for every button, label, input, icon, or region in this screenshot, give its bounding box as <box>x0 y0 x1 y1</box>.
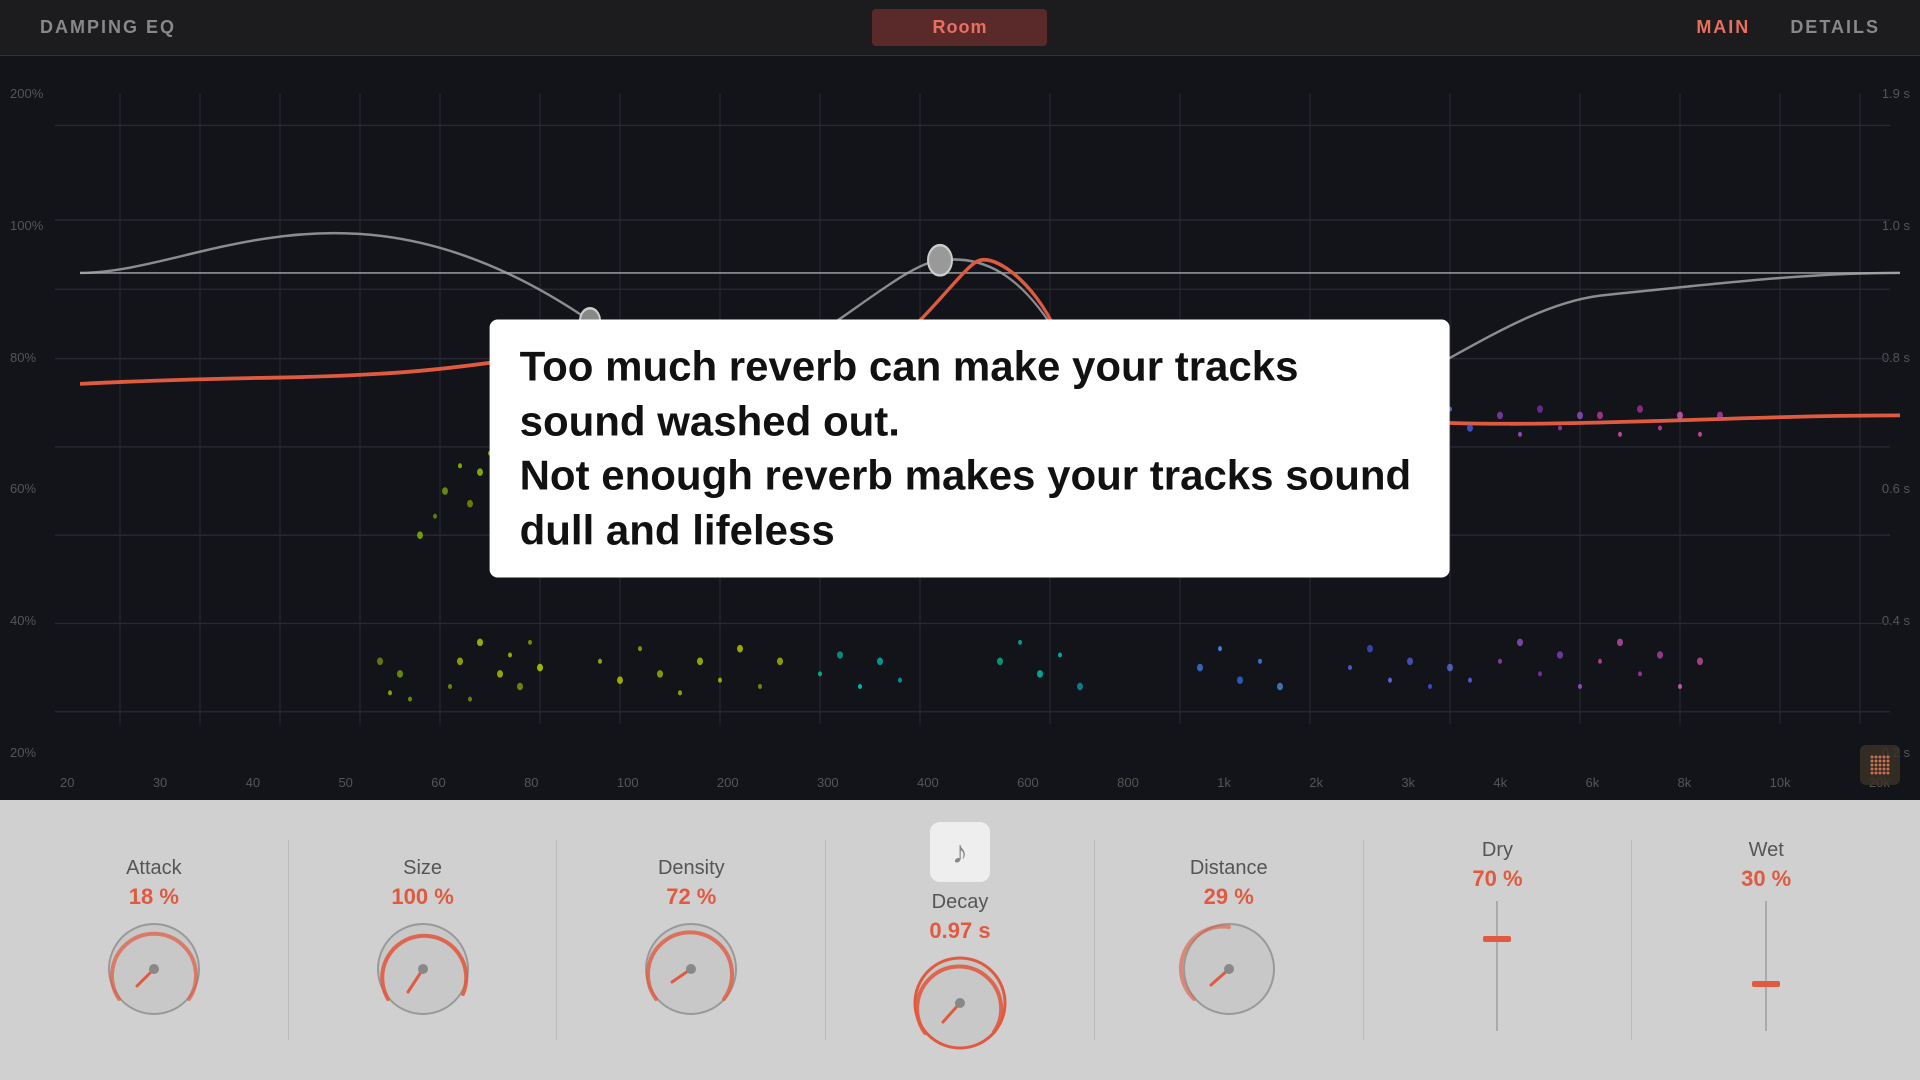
distance-knob[interactable] <box>1174 914 1284 1024</box>
distance-value: 29 % <box>1204 884 1254 910</box>
density-control: Density 72 % <box>557 857 825 1024</box>
attack-label: Attack <box>126 857 182 880</box>
dry-label: Dry <box>1482 839 1513 862</box>
wet-control: Wet 30 % <box>1632 839 1900 1041</box>
dry-fader[interactable] <box>1482 901 1512 1041</box>
attack-value: 18 % <box>129 884 179 910</box>
wet-label: Wet <box>1749 839 1784 862</box>
distance-control: Distance 29 % <box>1095 857 1363 1024</box>
tooltip-line2: Not enough reverb makes your tracks soun… <box>520 449 1420 558</box>
size-value: 100 % <box>391 884 453 910</box>
eq-display: 200% 100% 80% 60% 40% 20% 1.9 s 1.0 s 0.… <box>0 56 1920 800</box>
music-note-icon: ♪ <box>952 834 968 871</box>
wet-fader-handle[interactable] <box>1752 981 1780 987</box>
room-button[interactable]: Room <box>872 9 1047 46</box>
decay-value: 0.97 s <box>929 918 990 944</box>
tooltip-box: Too much reverb can make your tracks sou… <box>490 319 1450 577</box>
app-container: DAMPING EQ Room MAIN DETAILS 200% 100% 8… <box>0 0 1920 1080</box>
x-labels: 20 30 40 50 60 80 100 200 300 400 600 80… <box>60 775 1890 790</box>
header: DAMPING EQ Room MAIN DETAILS <box>0 0 1920 56</box>
main-nav-item[interactable]: MAIN <box>1696 17 1750 38</box>
attack-control: Attack 18 % <box>20 857 288 1024</box>
decay-label: Decay <box>932 891 989 914</box>
distance-label: Distance <box>1190 857 1268 880</box>
density-value: 72 % <box>666 884 716 910</box>
controls-bar: Attack 18 % Size 100 % <box>0 800 1920 1080</box>
decay-control: ♪ Decay 0.97 s <box>826 822 1094 1058</box>
density-label: Density <box>658 857 725 880</box>
size-control: Size 100 % <box>289 857 557 1024</box>
particle-button[interactable] <box>1860 745 1900 785</box>
size-knob[interactable] <box>368 914 478 1024</box>
dry-value: 70 % <box>1472 866 1522 892</box>
attack-knob[interactable] <box>99 914 209 1024</box>
dry-fader-handle[interactable] <box>1483 936 1511 942</box>
header-nav: MAIN DETAILS <box>1267 17 1880 38</box>
size-label: Size <box>403 857 442 880</box>
details-nav-item[interactable]: DETAILS <box>1790 17 1880 38</box>
music-icon-box: ♪ <box>930 822 990 882</box>
density-knob[interactable] <box>636 914 746 1024</box>
wet-fader[interactable] <box>1751 901 1781 1041</box>
decay-knob[interactable] <box>905 948 1015 1058</box>
damping-eq-title: DAMPING EQ <box>40 17 653 38</box>
room-section: Room <box>653 9 1266 46</box>
tooltip-line1: Too much reverb can make your tracks sou… <box>520 339 1420 448</box>
wet-value: 30 % <box>1741 866 1791 892</box>
dry-control: Dry 70 % <box>1364 839 1632 1041</box>
